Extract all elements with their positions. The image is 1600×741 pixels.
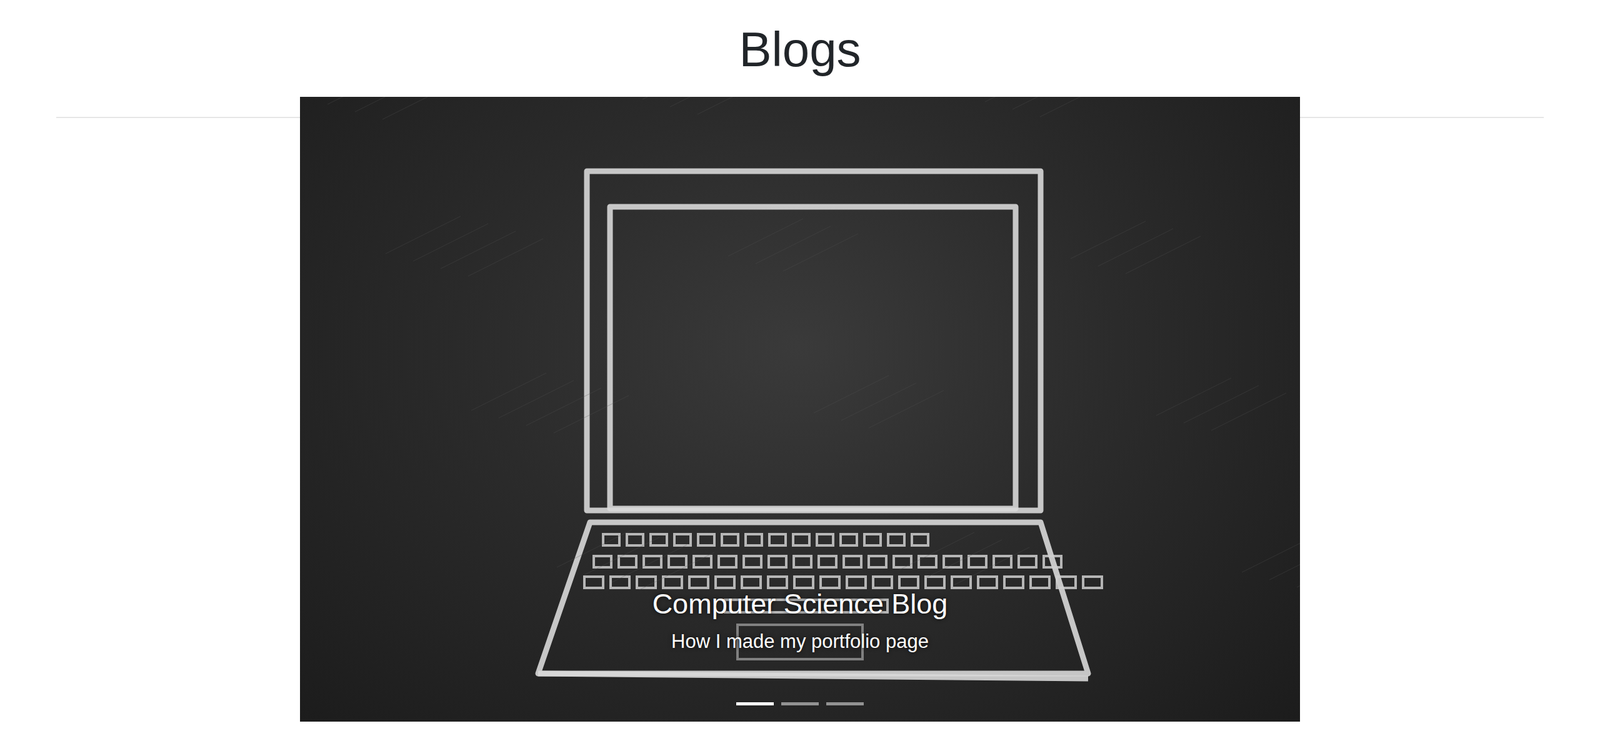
blog-carousel[interactable]: Computer Science Blog How I made my portf… — [300, 96, 1300, 722]
carousel-indicators — [300, 698, 1300, 710]
carousel-indicator[interactable] — [736, 698, 774, 710]
page-header: Blogs — [738, 0, 861, 97]
slide-title: Computer Science Blog — [652, 587, 949, 622]
slide-caption: Computer Science Blog How I made my portf… — [300, 587, 1300, 654]
page-title: Blogs — [738, 20, 861, 80]
laptop-chalk-image — [300, 96, 1300, 722]
slide-subtitle: How I made my portfolio page — [671, 630, 929, 654]
carousel-indicator[interactable] — [826, 698, 864, 710]
carousel-indicator[interactable] — [781, 698, 819, 710]
